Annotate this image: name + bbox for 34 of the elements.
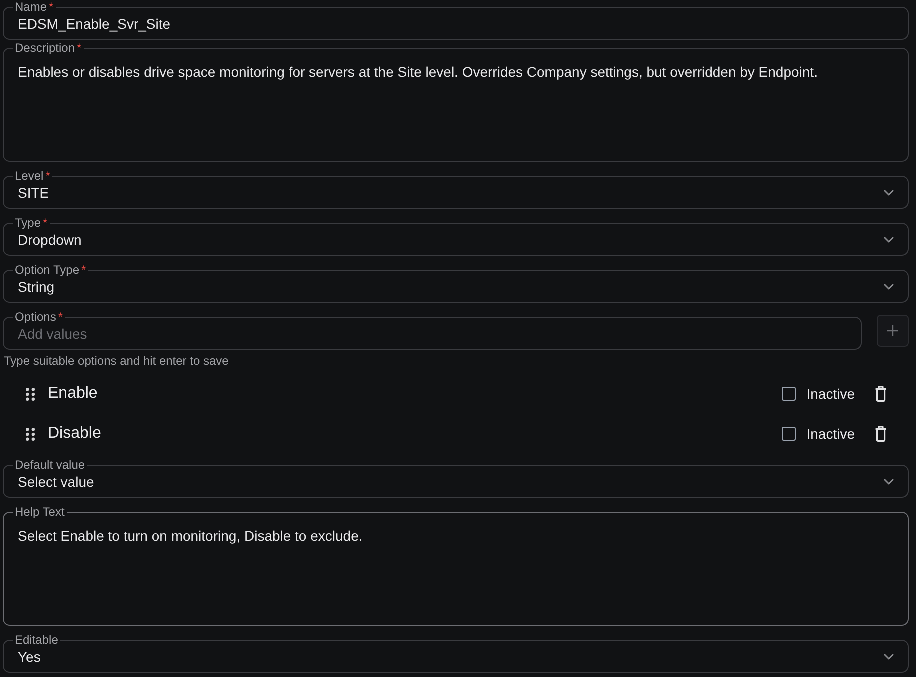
field-label: Option Type *: [14, 264, 88, 276]
add-button[interactable]: [877, 315, 909, 347]
textarea-field[interactable]: Description * Enables or disables drive space monitoring for servers at the Site level. Overrides Company settings, but overridden by Endpoint.: [3, 42, 909, 162]
chevron-down-icon[interactable]: [884, 284, 894, 290]
field-label: Help Text: [14, 506, 66, 518]
field-label: Level *: [14, 170, 52, 182]
drag-handle-icon[interactable]: [26, 428, 35, 440]
checkbox-label[interactable]: Inactive: [806, 385, 855, 403]
options-input-field[interactable]: Options * Add values: [3, 311, 862, 350]
field-label: Description *: [14, 42, 83, 54]
field-label: Type *: [14, 217, 49, 229]
field-label: Options *: [14, 311, 64, 323]
dropdown-field[interactable]: Editable Yes: [3, 634, 909, 673]
field-label: Name *: [14, 1, 55, 13]
dropdown-field[interactable]: Type * Dropdown: [3, 217, 909, 256]
helper-text: Type suitable options and hit enter to save: [3, 354, 230, 368]
trash-icon[interactable]: [875, 426, 887, 442]
textarea-field[interactable]: Help Text Select Enable to turn on monitoring, Disable to exclude.: [3, 506, 909, 626]
chevron-down-icon[interactable]: [884, 237, 894, 243]
dropdown-field[interactable]: Level * SITE: [3, 170, 909, 209]
chevron-down-icon[interactable]: [884, 479, 894, 485]
field-label: Default value: [14, 459, 86, 471]
chevron-down-icon[interactable]: [884, 654, 894, 660]
option-label: Disable: [48, 424, 102, 444]
option-label: Enable: [48, 384, 98, 404]
dropdown-field[interactable]: Option Type * String: [3, 264, 909, 303]
field-label: Editable: [14, 634, 60, 646]
trash-icon[interactable]: [875, 386, 887, 402]
drag-handle-icon[interactable]: [26, 388, 35, 400]
chevron-down-icon[interactable]: [884, 190, 894, 196]
checkbox-label[interactable]: Inactive: [806, 425, 855, 443]
plus-icon: [887, 325, 899, 337]
text-field[interactable]: Name * EDSM_Enable_Svr_Site: [3, 1, 909, 40]
dropdown-field[interactable]: Default value Select value: [3, 459, 909, 498]
